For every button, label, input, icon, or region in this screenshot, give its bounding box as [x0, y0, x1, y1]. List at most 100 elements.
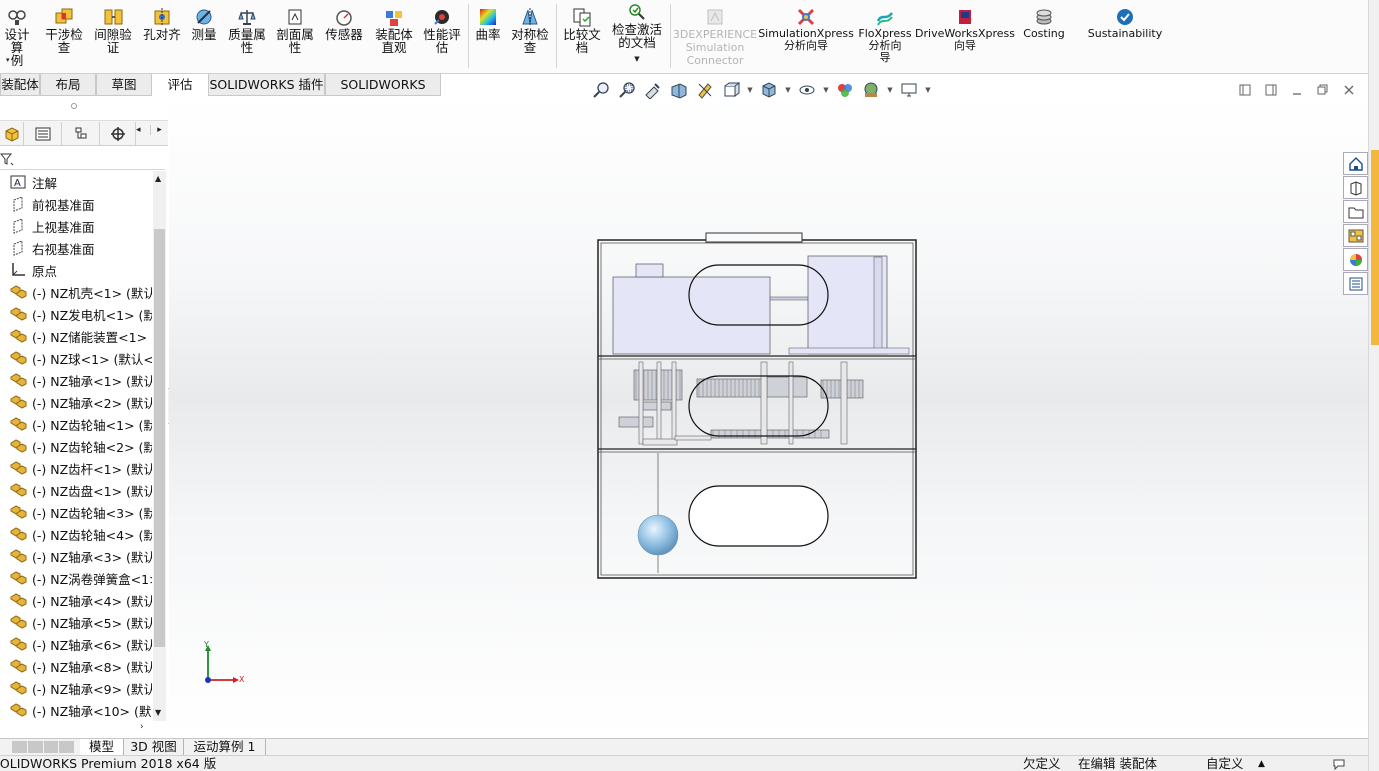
apply-scene-icon[interactable] [860, 80, 882, 100]
section-properties-button[interactable]: 剖面属 性 [274, 0, 316, 72]
view-palette-icon[interactable] [1343, 224, 1368, 247]
floxpress-button[interactable]: FloXpress 分析向 导 [856, 0, 914, 72]
tree-node-component[interactable]: (-) NZ轴承<3> (默认< [8, 545, 152, 567]
tree-node-component[interactable]: (-) NZ球<1> (默认<< [8, 347, 152, 369]
symmetry-check-button[interactable]: 对称检 查 [508, 0, 552, 72]
tree-node-component[interactable]: (-) NZ齿轮轴<1> (默认 [8, 413, 152, 435]
tree-filter-bar[interactable] [0, 148, 165, 170]
scrollbar-thumb[interactable] [154, 229, 165, 647]
feature-tree-scrollbar[interactable]: ▲ ▼ [153, 171, 166, 721]
tree-node-component[interactable]: (-) NZ轴承<2> (默认< [8, 391, 152, 413]
graphics-area[interactable]: Y X [169, 97, 1368, 738]
tree-node-component[interactable]: (-) NZ齿轮轴<2> (默认 [8, 435, 152, 457]
performance-evaluation-button[interactable]: 性能评 估 [420, 0, 464, 72]
next-tab-arrow-icon[interactable] [43, 741, 59, 753]
tile-right-icon[interactable] [1263, 82, 1279, 98]
tab-solidworks-addins[interactable]: SOLIDWORKS 插件 [208, 74, 325, 96]
tree-node-component[interactable]: (-) NZ储能装置<1> (默 [8, 325, 152, 347]
tree-node-component[interactable]: (-) NZ轴承<8> (默认< [8, 655, 152, 677]
edit-appearance-icon[interactable] [834, 80, 856, 100]
tab-model[interactable]: 模型 [80, 739, 124, 755]
costing-button[interactable]: Costing [1016, 0, 1072, 72]
zoom-to-area-icon[interactable] [616, 80, 638, 100]
measure-button[interactable]: 测量 [186, 0, 222, 72]
hide-show-items-icon[interactable] [796, 80, 818, 100]
tab-evaluate[interactable]: 评估 [152, 74, 208, 96]
driveworksxpress-button[interactable]: DriveWorksXpress 向导 [915, 0, 1015, 72]
view-orientation-icon[interactable] [720, 80, 742, 100]
3dexperience-simulation-connector-button[interactable]: 3DEXPERIENCE Simulation Connector [673, 0, 757, 72]
tab-3d-views[interactable]: 3D 视图 [124, 739, 184, 755]
design-study-button[interactable]: 设计算 例 ▾ [0, 0, 34, 72]
tree-node-component[interactable]: (-) NZ齿轮轴<4> (默认 [8, 523, 152, 545]
chevron-down-icon[interactable]: ▼ [822, 80, 830, 100]
dimxpert-tab[interactable] [100, 122, 136, 145]
assembly-visualization-button[interactable]: 装配体 直观 [372, 0, 416, 72]
tab-navigation-arrows[interactable] [12, 741, 74, 753]
simulationxpress-button[interactable]: SimulationXpress 分析向导 [758, 0, 854, 72]
zoom-to-fit-icon[interactable] [590, 80, 612, 100]
unit-system-chevron-up-icon[interactable]: ▲ [1258, 756, 1265, 771]
last-tab-arrow-icon[interactable] [59, 741, 74, 753]
clearance-verify-button[interactable]: 间隙验 证 [92, 0, 134, 72]
configuration-manager-tab[interactable] [62, 122, 100, 145]
close-icon[interactable] [1341, 82, 1357, 98]
hole-alignment-button[interactable]: 孔对齐 [140, 0, 184, 72]
solidworks-resources-icon[interactable] [1343, 152, 1368, 175]
tree-node-component[interactable]: (-) NZ轴承<6> (默认< [8, 633, 152, 655]
scroll-up-icon[interactable]: ▲ [155, 174, 161, 183]
minimize-icon[interactable] [1289, 82, 1305, 98]
tree-node-component[interactable]: (-) NZ齿盘<1> (默认< [8, 479, 152, 501]
tab-scroll-right-icon[interactable]: ▸ [150, 125, 168, 135]
tree-node-component[interactable]: (-) NZ轴承<9> (默认< [8, 677, 152, 699]
mass-properties-button[interactable]: 质量属 性 [226, 0, 268, 72]
tree-node-component[interactable]: (-) NZ发电机<1> (默认 [8, 303, 152, 325]
tooltip-toggle-icon[interactable] [1332, 757, 1346, 771]
compare-documents-button[interactable]: 比较文 档 [560, 0, 604, 72]
prev-tab-arrow-icon[interactable] [27, 741, 43, 753]
panel-grip-icon[interactable] [71, 103, 77, 109]
view-settings-icon[interactable] [898, 80, 920, 100]
file-explorer-icon[interactable] [1343, 200, 1368, 223]
tab-sketch[interactable]: 草图 [96, 74, 152, 96]
sustainability-button[interactable]: Sustainability [1082, 0, 1168, 72]
tree-node-component[interactable]: (-) NZ轴承<5> (默认< [8, 611, 152, 633]
tile-left-icon[interactable] [1237, 82, 1253, 98]
chevron-down-icon[interactable]: ▼ [634, 55, 639, 63]
tab-motion-study-1[interactable]: 运动算例 1 [184, 739, 266, 755]
previous-view-icon[interactable] [642, 80, 664, 100]
dynamic-annotation-icon[interactable] [694, 80, 716, 100]
tree-node-component[interactable]: (-) NZ轴承<10> (默认< [8, 699, 152, 721]
tree-node-component[interactable]: (-) NZ涡卷弹簧盒<1> [8, 567, 152, 589]
featuremanager-tree-tab[interactable] [0, 122, 24, 145]
display-style-icon[interactable] [758, 80, 780, 100]
tab-layout[interactable]: 布局 [40, 74, 96, 96]
tree-node-component[interactable]: (-) NZ齿杆<1> (默认< [8, 457, 152, 479]
custom-properties-icon[interactable] [1343, 272, 1368, 295]
property-manager-tab[interactable] [24, 122, 62, 145]
scroll-down-icon[interactable]: ▼ [155, 708, 161, 717]
interference-check-button[interactable]: 干涉检 查 [42, 0, 86, 72]
first-tab-arrow-icon[interactable] [12, 741, 27, 753]
sensor-button[interactable]: 传感器 [322, 0, 366, 72]
appearances-icon[interactable] [1343, 248, 1368, 271]
tab-solidworks-mbd[interactable]: SOLIDWORKS MBD [325, 74, 441, 113]
check-active-document-button[interactable]: 检查激活 的文档 ▼ [608, 0, 666, 72]
tree-node-component[interactable]: (-) NZ齿轮轴<3> (默认 [8, 501, 152, 523]
assembly-model-drawing[interactable] [169, 97, 1368, 738]
chevron-down-icon[interactable]: ▼ [784, 80, 792, 100]
tree-node-component[interactable]: (-) NZ轴承<1> (默认< [8, 369, 152, 391]
tree-node-component[interactable]: (-) NZ轴承<4> (默认< [8, 589, 152, 611]
tab-scroll-left-icon[interactable]: ◂ [136, 125, 141, 135]
restore-icon[interactable] [1315, 82, 1331, 98]
feature-tree-hscrollbar[interactable]: › [0, 721, 152, 737]
unit-system-selector[interactable]: 自定义 [1206, 756, 1244, 771]
section-view-icon[interactable] [668, 80, 690, 100]
chevron-down-icon[interactable]: ▼ [746, 80, 754, 100]
design-library-icon[interactable] [1343, 176, 1368, 199]
tree-node-component[interactable]: (-) NZ机壳<1> (默认< [8, 281, 152, 303]
scroll-right-icon[interactable]: › [140, 722, 144, 732]
tab-assembly[interactable]: 装配体 [0, 74, 40, 96]
curvature-button[interactable]: 曲率 [472, 0, 504, 72]
chevron-down-icon[interactable]: ▼ [924, 80, 932, 100]
